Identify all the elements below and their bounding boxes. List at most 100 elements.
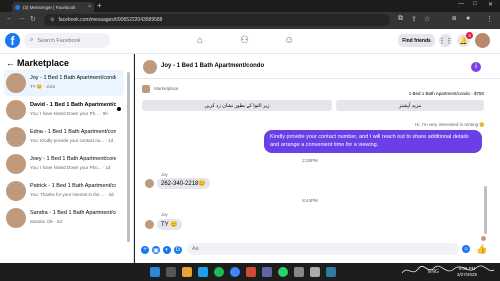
tab-title: (3) Messenger | Facebook (23, 4, 76, 10)
sender-avatar (145, 179, 154, 188)
conversation-item[interactable]: Patrick - 1 Bed 1 Bath Apartment/condo Y… (4, 178, 124, 204)
address-bar[interactable]: ⚙ facebook.com/messages/t/90652220435895… (44, 14, 390, 26)
edge-icon[interactable] (198, 267, 208, 277)
their-message-bubble[interactable]: TY 😊 (157, 219, 182, 230)
app-icon[interactable] (246, 267, 256, 277)
sender-avatar (145, 220, 154, 229)
add-icon[interactable]: + (141, 246, 149, 254)
whatsapp-icon[interactable] (278, 267, 288, 277)
conversation-name: David - 1 Bed 1 Bath Apartment/condo (30, 102, 116, 108)
spotify-icon[interactable] (214, 267, 224, 277)
app-icon[interactable] (294, 267, 304, 277)
image-icon[interactable]: ▣ (152, 246, 160, 254)
listing-thumbnail[interactable] (142, 85, 150, 93)
avatar (6, 181, 26, 201)
site-info-icon[interactable]: ⚙ (50, 17, 54, 23)
home-icon[interactable]: ⌂ (197, 35, 203, 46)
timestamp: 2:26PM (302, 158, 318, 163)
teams-icon[interactable] (262, 267, 272, 277)
search-icon: ⌕ (30, 37, 34, 43)
emoji-icon[interactable]: ☺ (462, 245, 470, 253)
conversation-preview: You: Kindly provide your contact nu... ·… (30, 138, 114, 143)
conversation-item[interactable]: Edna - 1 Bed 1 Bath Apartment/condo You:… (4, 124, 124, 150)
start-icon[interactable] (150, 267, 160, 277)
minimize-button[interactable]: — (458, 1, 464, 7)
search-taskbar-icon[interactable] (166, 267, 176, 277)
my-message-bubble[interactable]: Kindly provide your contact number, and … (264, 130, 482, 153)
avatar (6, 100, 26, 120)
browser-menu-icon[interactable]: ⋮ (486, 15, 493, 23)
new-tab-button[interactable]: + (97, 1, 102, 10)
bookmark-star-icon[interactable]: ☆ (424, 15, 430, 23)
message-input[interactable] (187, 243, 459, 255)
back-arrow-icon[interactable]: ← (6, 58, 15, 68)
conversation-item[interactable]: Sandra - 1 Bed 1 Bath Apartment/condo Sa… (4, 205, 124, 231)
profile-avatar[interactable] (475, 33, 490, 48)
info-icon[interactable]: i (471, 62, 481, 72)
avatar (6, 154, 26, 174)
conversation-preview: You: Thanks for your interest in the ...… (30, 192, 114, 197)
avatar (6, 127, 26, 147)
avatar (6, 208, 26, 228)
install-app-icon[interactable]: ⧉ (398, 15, 403, 23)
browser-tab[interactable]: (3) Messenger | Facebook × (12, 2, 94, 12)
their-message-bubble[interactable]: 262-340-2218😊 (157, 178, 210, 189)
language-indicator[interactable]: ENG (428, 269, 439, 275)
conversation-name: Joey - 1 Bed 1 Bath Apartment/condo (30, 156, 116, 162)
back-icon[interactable]: ← (6, 15, 13, 22)
tab-close-icon[interactable]: × (88, 4, 91, 10)
timestamp: 8:44PM (302, 198, 318, 203)
unread-dot (117, 107, 121, 111)
profile-icon[interactable]: ● (466, 15, 470, 22)
conversation-item[interactable]: Joey - 1 Bed 1 Bath Apartment/condo You:… (4, 151, 124, 177)
sender-name: Joy (161, 212, 168, 217)
mark-pending-button[interactable]: زیر التوا کے بطور نشان زد کریں (142, 100, 332, 111)
facebook-search[interactable]: ⌕ (24, 33, 110, 48)
conversation-preview: TY 😊 · 21m (30, 84, 56, 89)
sender-name: Joy (161, 172, 168, 177)
friends-icon[interactable]: ⚇ (240, 35, 249, 46)
more-options-button[interactable]: مزید آپشنز (336, 100, 484, 111)
search-input[interactable] (37, 37, 108, 44)
panel-title: Marketplace (17, 58, 70, 68)
conversation-preview: You: I have Noted Down your Ph... · 9h (30, 111, 108, 116)
conversation-name: Patrick - 1 Bed 1 Bath Apartment/condo (30, 183, 116, 189)
chat-scrollbar[interactable] (484, 186, 487, 234)
conversation-name: Edna - 1 Bed 1 Bath Apartment/condo (30, 129, 116, 135)
clock-date: 3/27/2025 (456, 272, 478, 277)
messenger-favicon-icon (15, 4, 20, 10)
like-button[interactable]: 👍 (476, 244, 487, 255)
conversation-preview: You: I have Noted Down your Pho... · 1d (30, 165, 111, 170)
maximize-button[interactable]: □ (473, 1, 477, 7)
find-friends-button[interactable]: Find friends (398, 34, 435, 47)
groups-icon[interactable]: ☺ (284, 35, 294, 46)
url-text: facebook.com/messages/t/9065222043589588 (58, 17, 163, 23)
conversation-item[interactable]: Joy - 1 Bed 1 Bath Apartment/condo TY 😊 … (4, 70, 124, 96)
conversation-name: Sandra - 1 Bed 1 Bath Apartment/condo (30, 210, 116, 216)
menu-grid-icon[interactable]: ⋮⋮ (439, 34, 453, 47)
conversation-preview: Sandra: Ok · 2d (30, 219, 62, 224)
forward-icon[interactable]: → (18, 15, 25, 22)
chat-title[interactable]: Joy - 1 Bed 1 Bath Apartment/condo (161, 63, 264, 69)
listing-title[interactable]: 1 Bed 1 Bath Apartment/condo - $750 (300, 91, 484, 96)
share-icon[interactable]: ⇪ (411, 15, 417, 23)
file-explorer-icon[interactable] (182, 267, 192, 277)
conversation-item[interactable]: David - 1 Bed 1 Bath Apartment/condo You… (4, 97, 124, 123)
conversation-name: Joy - 1 Bed 1 Bath Apartment/condo (30, 75, 116, 81)
extensions-icon[interactable]: ⧈ (452, 15, 456, 23)
previous-message: Hi, I'm very interested in renting 😊 (415, 122, 485, 127)
avatar (6, 73, 26, 93)
app-icon[interactable] (310, 267, 320, 277)
chrome-icon[interactable] (230, 267, 240, 277)
marketplace-label: Marketplace (154, 86, 179, 91)
chat-avatar[interactable] (143, 60, 157, 74)
sticker-icon[interactable]: ◐ (163, 246, 171, 254)
gif-icon[interactable]: G (174, 246, 182, 254)
inbox-scrollbar[interactable] (127, 72, 130, 242)
reload-icon[interactable]: ↻ (30, 15, 36, 23)
system-clock[interactable]: 9:06 PM 3/27/2025 (452, 266, 482, 278)
facebook-logo-icon[interactable]: f (5, 33, 20, 48)
close-window-button[interactable]: ✕ (488, 1, 493, 8)
app-icon[interactable] (326, 267, 336, 277)
notification-badge: 3 (466, 32, 473, 39)
